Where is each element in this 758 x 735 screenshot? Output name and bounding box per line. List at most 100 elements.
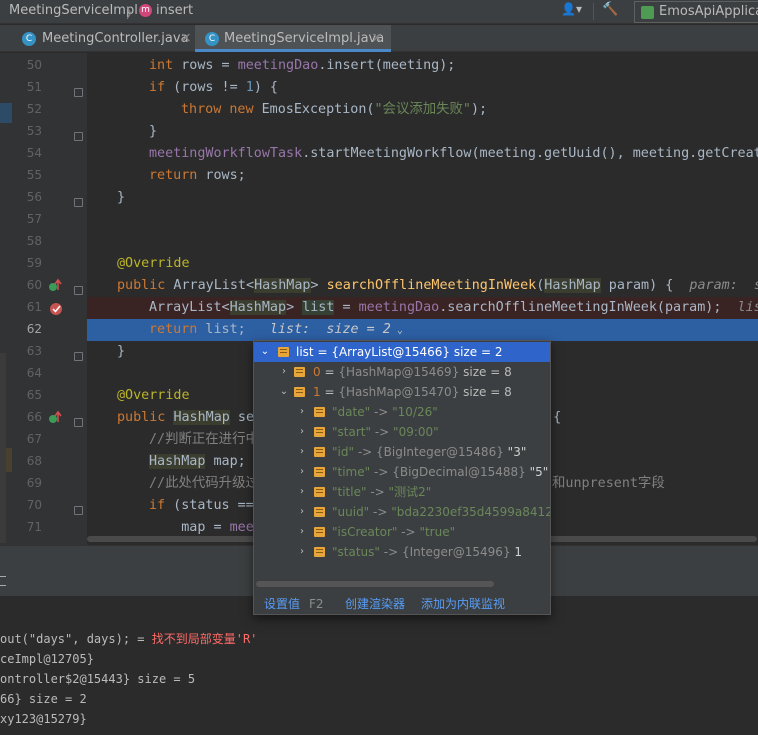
line-number-current: 62: [26, 322, 42, 336]
line-number: 64: [26, 366, 42, 380]
field-icon: [278, 347, 289, 357]
add-inline-watch-link[interactable]: 添加为内联监视: [421, 593, 505, 615]
line-number: 54: [26, 146, 42, 160]
expand-arrow-icon[interactable]: ›: [296, 542, 308, 562]
fold-marker-icon[interactable]: [74, 418, 83, 427]
map-entry-time[interactable]: › "time" -> {BigDecimal@15488} "5": [254, 462, 550, 482]
close-icon[interactable]: ×: [371, 25, 383, 52]
line-number: 65: [26, 388, 42, 402]
override-marker-icon[interactable]: [48, 278, 62, 294]
map-entry-icon: [314, 487, 325, 497]
line-number: 51: [26, 80, 42, 94]
map-entry-icon: [314, 547, 325, 557]
code-line-61-breakpoint: ArrayList<HashMap> list = meetingDao.sea…: [87, 297, 758, 319]
collapse-arrow-icon[interactable]: ⌄: [259, 342, 271, 362]
expand-arrow-icon[interactable]: ›: [296, 502, 308, 522]
field-icon: [294, 387, 305, 397]
expand-arrow-icon[interactable]: ›: [296, 462, 308, 482]
breadcrumb-class[interactable]: MeetingServiceImpl: [9, 3, 138, 18]
collapse-arrow-icon[interactable]: ⌄: [278, 382, 290, 402]
breadcrumb-method-label: insert: [156, 3, 194, 18]
map-entry-date[interactable]: › "date" -> "10/26": [254, 402, 550, 422]
code-line-53: }: [149, 124, 158, 139]
editor-gutter[interactable]: 50 51 52 53 54 55 56 57 58 59 60 61 62 6…: [0, 53, 87, 545]
debug-value-popup[interactable]: ⌄ list = {ArrayList@15466} size = 2 › 0 …: [253, 340, 551, 615]
tree-row-item-0[interactable]: › 0 = {HashMap@15469} size = 8: [254, 362, 550, 382]
fold-marker-icon[interactable]: [74, 352, 83, 361]
override-marker-icon[interactable]: [48, 410, 62, 426]
map-entry-uuid[interactable]: › "uuid" -> "bda2230ef35d4599a84127a: [254, 502, 550, 522]
run-configuration-selector[interactable]: EmosApiApplicat: [634, 1, 758, 23]
inline-debug-value[interactable]: list: size = 2: [246, 322, 391, 337]
line-number: 57: [26, 212, 42, 226]
var-type: {ArrayList@15466}: [331, 345, 451, 359]
line-number: 52: [26, 102, 42, 116]
breadcrumb-separator: 〉: [126, 7, 140, 22]
code-line-51: if (rows != 1) {: [149, 80, 278, 95]
set-value-link[interactable]: 设置值: [264, 593, 300, 615]
line-number: 67: [26, 432, 42, 446]
fold-marker-icon[interactable]: [74, 506, 83, 515]
variable-line[interactable]: xy123@15279}: [0, 712, 87, 726]
map-entry-id[interactable]: › "id" -> {BigInteger@15486} "3": [254, 442, 550, 462]
line-number: 71: [26, 520, 42, 534]
popup-footer: 设置值 F2 创建渲染器 添加为内联监视: [254, 593, 550, 615]
tree-row-item-1[interactable]: ⌄ 1 = {HashMap@15470} size = 8: [254, 382, 550, 402]
variable-line[interactable]: ceImpl@12705}: [0, 652, 94, 666]
line-number: 53: [26, 124, 42, 138]
toolbar-divider: [593, 3, 594, 20]
build-hammer-icon[interactable]: 🔨: [602, 2, 618, 17]
map-entry-start[interactable]: › "start" -> "09:00": [254, 422, 550, 442]
expand-arrow-icon[interactable]: ›: [296, 482, 308, 502]
tab-meeting-controller[interactable]: C MeetingController.java ×: [0, 25, 195, 52]
expand-arrow-icon[interactable]: ›: [278, 362, 290, 382]
map-entry-icon: [314, 527, 325, 537]
field-icon: [294, 367, 305, 377]
create-renderer-link[interactable]: 创建渲染器: [345, 593, 405, 615]
expand-arrow-icon[interactable]: ›: [296, 422, 308, 442]
expand-arrow-icon[interactable]: ›: [296, 402, 308, 422]
map-entry-iscreator[interactable]: › "isCreator" -> "true": [254, 522, 550, 542]
fold-marker-icon[interactable]: [74, 132, 83, 141]
user-icon[interactable]: 👤▾: [561, 2, 582, 16]
tab-label: MeetingServiceImpl.java: [224, 31, 385, 46]
var-name: list: [296, 345, 314, 359]
fold-marker-icon[interactable]: [74, 198, 83, 207]
code-line-56: }: [117, 190, 126, 205]
code-line-52: throw new EmosException("会议添加失败");: [181, 102, 488, 117]
map-entry-icon: [314, 507, 325, 517]
breadcrumb-class-label: MeetingServiceImpl: [9, 3, 138, 18]
breakpoint-icon[interactable]: [49, 301, 65, 317]
map-entry-icon: [314, 467, 325, 477]
tab-meeting-service-impl[interactable]: C MeetingServiceImpl.java ×: [195, 25, 391, 52]
code-line-50: int rows = meetingDao.insert(meeting);: [149, 58, 456, 73]
fold-marker-icon[interactable]: [74, 286, 83, 295]
variable-line[interactable]: 66} size = 2: [0, 692, 87, 706]
line-number: 59: [26, 256, 42, 270]
map-entry-title[interactable]: › "title" -> "测试2": [254, 482, 550, 502]
popup-horizontal-scrollbar[interactable]: [256, 581, 494, 587]
line-number: 68: [26, 454, 42, 468]
expand-arrow-icon[interactable]: ›: [296, 522, 308, 542]
line-number: 66: [26, 410, 42, 424]
breadcrumb-method[interactable]: m insert: [139, 3, 193, 18]
close-icon[interactable]: ×: [180, 25, 192, 52]
run-configuration-label: EmosApiApplicat: [659, 4, 758, 19]
expand-arrow-icon[interactable]: ›: [296, 442, 308, 462]
set-value-shortcut: F2: [309, 597, 324, 611]
line-number: 69: [26, 476, 42, 490]
line-number: 56: [26, 190, 42, 204]
menu-icon[interactable]: [0, 576, 6, 586]
map-entry-status[interactable]: › "status" -> {Integer@15496} 1: [254, 542, 550, 562]
variable-line[interactable]: ontroller$2@15443} size = 5: [0, 672, 195, 686]
line-number: 60: [26, 278, 42, 292]
code-line-62-execution-point: return list; list: size = 2 ⌄: [87, 319, 758, 341]
code-line-59: @Override: [117, 256, 190, 271]
chevron-down-icon[interactable]: ⌄: [391, 325, 403, 336]
fold-marker-icon[interactable]: [74, 88, 83, 97]
map-entry-icon: [314, 447, 325, 457]
line-number: 58: [26, 234, 42, 248]
evaluate-expression-line: out("days", days); = 找不到局部变量'R': [0, 632, 258, 646]
tree-row-list[interactable]: ⌄ list = {ArrayList@15466} size = 2: [254, 342, 550, 362]
line-number: 50: [26, 58, 42, 72]
